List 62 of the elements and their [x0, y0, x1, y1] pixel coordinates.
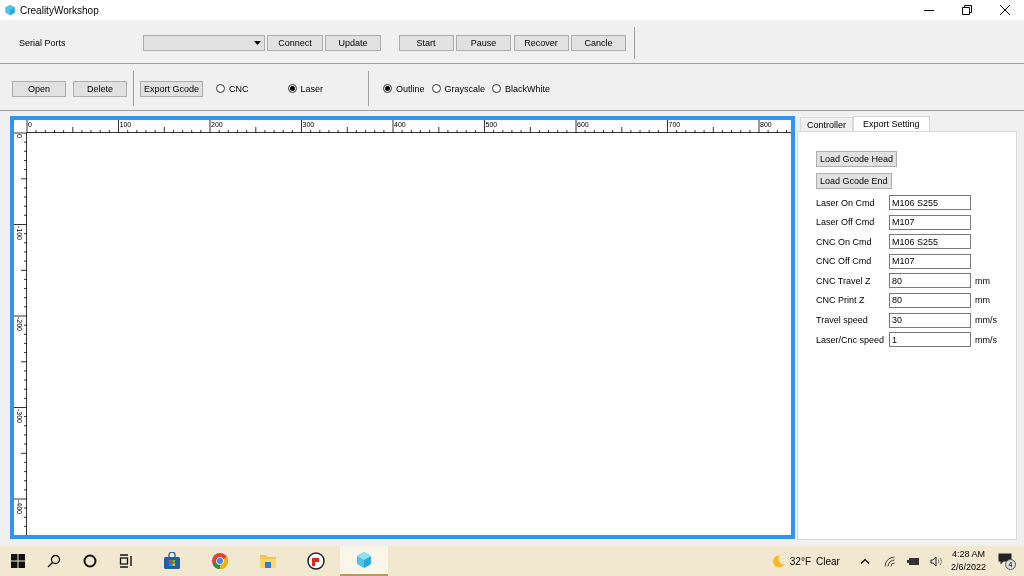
export-gcode-button[interactable]: Export Gcode: [140, 80, 204, 97]
clock-date[interactable]: 2/6/2022: [950, 561, 986, 574]
windows-icon: [11, 554, 25, 568]
dropdown-arrow-icon: [254, 41, 261, 45]
app-logo-icon: [4, 4, 16, 16]
toolbar-button[interactable]: Recover: [513, 35, 569, 51]
input-field[interactable]: M107: [889, 253, 971, 269]
load-gcode-button[interactable]: Load Gcode Head: [816, 151, 898, 167]
input-field[interactable]: M106 S255: [889, 195, 971, 210]
speaker-icon[interactable]: [929, 555, 943, 567]
window-title: CrealityWorkshop: [20, 4, 100, 16]
restore-icon: [962, 5, 972, 15]
unit-label: mm/s: [975, 315, 997, 326]
circle-icon: [83, 554, 97, 568]
toolbar-button[interactable]: Update: [325, 35, 381, 51]
input-field[interactable]: M106 S255: [889, 234, 971, 250]
field-label: Travel speed: [816, 315, 869, 326]
panel-tab[interactable]: Export Setting: [853, 116, 930, 131]
chevron-up-icon[interactable]: [859, 558, 870, 564]
radio-option[interactable]: Laser: [287, 83, 324, 94]
search-icon: [47, 554, 61, 568]
toolbar-button[interactable]: Pause: [456, 35, 511, 51]
store-icon: [163, 552, 181, 570]
radio-option[interactable]: Grayscale: [431, 83, 486, 94]
file-button[interactable]: Delete: [73, 80, 127, 97]
input-field[interactable]: 80: [889, 273, 971, 289]
input-field[interactable]: M107: [889, 214, 971, 230]
browser-icon: [211, 552, 229, 570]
battery-icon[interactable]: [906, 556, 920, 566]
radio-option[interactable]: Outline: [383, 83, 425, 94]
radio-option[interactable]: CNC: [216, 83, 249, 94]
panel-tab[interactable]: Controller: [800, 117, 853, 131]
load-gcode-button[interactable]: Load Gcode End: [816, 173, 892, 189]
wifi-icon[interactable]: [883, 555, 895, 567]
unit-label: mm/s: [975, 334, 997, 345]
cube-icon: [355, 551, 373, 569]
folder-icon: [259, 553, 277, 569]
clock-time[interactable]: 4:28 AM: [951, 548, 985, 561]
field-label: Laser Off Cmd: [816, 217, 876, 228]
field-label: CNC Off Cmd: [816, 256, 873, 267]
unit-label: mm: [975, 275, 990, 286]
field-label: CNC Travel Z: [816, 275, 872, 286]
field-label: CNC Print Z: [816, 295, 866, 306]
close-icon: [1000, 5, 1010, 15]
field-label: Laser/Cnc speed: [816, 334, 886, 345]
serial-ports-label: Serial Ports: [19, 38, 67, 48]
toolbar-button[interactable]: Connect: [267, 35, 323, 51]
field-label: CNC On Cmd: [816, 236, 873, 247]
field-label: Laser On Cmd: [816, 197, 876, 208]
weather-condition: Clear: [816, 555, 840, 567]
weather-temperature: 32°F: [789, 555, 812, 567]
file-button[interactable]: Open: [12, 80, 66, 97]
moon-icon: [771, 554, 785, 568]
toolbar-button[interactable]: Cancle: [571, 35, 626, 51]
task-view-icon: [119, 554, 133, 568]
radio-option[interactable]: BlackWhite: [492, 83, 551, 94]
toolbar-button[interactable]: Start: [398, 35, 454, 51]
reader-icon: [307, 552, 325, 570]
input-field[interactable]: 30: [889, 312, 971, 328]
input-field[interactable]: 80: [889, 292, 971, 308]
unit-label: mm: [975, 295, 990, 306]
input-field[interactable]: 1: [889, 332, 971, 348]
